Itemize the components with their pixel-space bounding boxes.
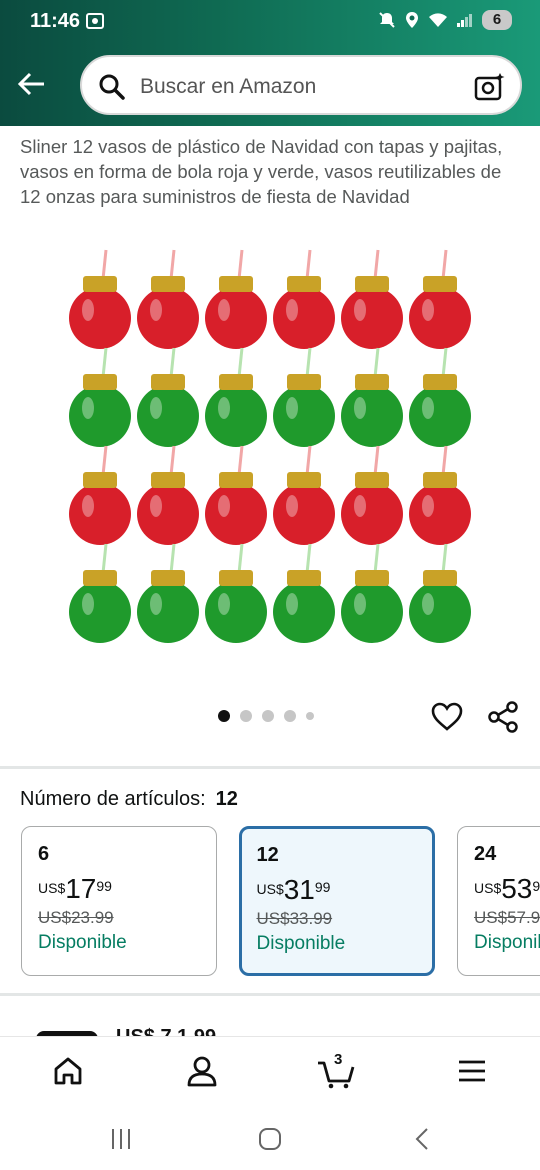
quantity-selected-value: 12 <box>215 788 238 810</box>
home-icon[interactable] <box>48 1051 88 1091</box>
ornament-cup <box>409 445 471 545</box>
location-icon <box>406 12 418 28</box>
divider <box>0 766 540 769</box>
ornament-cup <box>69 445 131 545</box>
bottom-nav: 3 <box>0 1036 540 1104</box>
ornament-cup <box>409 543 471 643</box>
quantity-option-6[interactable]: 6 US$ 17 99 US$23.99 Disponible <box>21 826 217 976</box>
ornament-cup <box>341 445 403 545</box>
ornament-cup <box>205 347 267 447</box>
option-price: US$ 53 99 <box>474 874 540 904</box>
search-bar[interactable]: Buscar en Amazon <box>80 55 522 115</box>
status-icons: 6 <box>378 10 512 30</box>
carousel-dot-5 <box>306 712 314 720</box>
ornament-cup <box>341 249 403 349</box>
app-header: 11:46 6 Buscar en Amazon <box>0 0 540 126</box>
ornament-cup <box>341 543 403 643</box>
carousel-dot-2 <box>240 710 252 722</box>
search-icon <box>99 74 125 100</box>
screen-record-icon <box>86 13 104 29</box>
ornament-cup <box>69 543 131 643</box>
availability-status: Disponible <box>38 932 127 953</box>
ornament-cup <box>273 347 335 447</box>
ornament-cup <box>273 249 335 349</box>
image-carousel-indicator <box>218 710 314 722</box>
ornament-cup <box>273 543 335 643</box>
product-title[interactable]: Sliner 12 vasos de plástico de Navidad c… <box>20 134 520 209</box>
ornament-cup <box>137 543 199 643</box>
home-button-icon[interactable] <box>257 1126 283 1152</box>
quantity-label-text: Número de artículos: <box>20 788 206 810</box>
ornament-cup <box>409 347 471 447</box>
price-cents: 99 <box>96 878 112 894</box>
ornament-cup <box>69 347 131 447</box>
wifi-icon <box>429 13 447 27</box>
ornament-cup <box>205 249 267 349</box>
option-price: US$ 31 99 <box>256 873 418 905</box>
status-time: 11:46 <box>30 10 81 32</box>
ornament-cup <box>409 249 471 349</box>
option-price: US$ 17 99 <box>38 874 200 904</box>
cart-count: 3 <box>334 1051 343 1068</box>
divider <box>0 993 540 996</box>
carousel-dot-3 <box>262 710 274 722</box>
quantity-option-24[interactable]: 24 US$ 53 99 US$57.99 Disponible <box>457 826 540 976</box>
camera-search-icon[interactable] <box>474 71 506 103</box>
back-arrow-icon[interactable] <box>14 66 50 102</box>
ornament-cup <box>137 347 199 447</box>
option-count: 24 <box>474 843 497 865</box>
system-nav <box>0 1104 540 1170</box>
list-price: US$57.99 <box>474 908 540 927</box>
quantity-label: Número de artículos: 12 <box>20 788 238 811</box>
signal-icon <box>457 14 472 27</box>
account-icon[interactable] <box>182 1051 222 1091</box>
ornament-cup <box>69 249 131 349</box>
ornament-cups-image <box>69 249 471 643</box>
menu-icon[interactable] <box>452 1051 492 1091</box>
ornament-cup <box>205 445 267 545</box>
battery-indicator: 6 <box>482 10 512 30</box>
carousel-dot-4 <box>284 710 296 722</box>
list-price: US$33.99 <box>256 908 333 928</box>
ornament-cup <box>341 347 403 447</box>
back-button-icon[interactable] <box>410 1126 436 1152</box>
ornament-cup <box>273 445 335 545</box>
option-count: 6 <box>38 843 50 865</box>
product-image[interactable] <box>60 246 480 662</box>
price-currency: US$ <box>474 880 502 896</box>
status-bar: 11:46 6 <box>0 0 540 44</box>
price-whole: 17 <box>65 873 97 904</box>
ornament-cup <box>137 249 199 349</box>
option-count: 12 <box>256 843 279 866</box>
ornament-cup <box>205 543 267 643</box>
price-currency: US$ <box>256 880 284 897</box>
availability-status: Disponible <box>256 932 346 954</box>
carousel-dot-1 <box>218 710 230 722</box>
ornament-cup <box>137 445 199 545</box>
mute-icon <box>379 12 395 28</box>
price-whole: 31 <box>283 873 315 905</box>
price-cents: 99 <box>314 878 331 895</box>
availability-status: Disponible <box>474 932 540 953</box>
heart-icon[interactable] <box>430 700 464 734</box>
price-whole: 53 <box>501 873 533 904</box>
search-input[interactable]: Buscar en Amazon <box>140 75 316 99</box>
price-currency: US$ <box>38 880 66 896</box>
recent-apps-icon[interactable] <box>108 1126 134 1152</box>
list-price: US$23.99 <box>38 908 114 927</box>
price-cents: 99 <box>532 878 540 894</box>
share-icon[interactable] <box>486 700 520 734</box>
quantity-option-12[interactable]: 12 US$ 31 99 US$33.99 Disponible <box>239 826 435 976</box>
